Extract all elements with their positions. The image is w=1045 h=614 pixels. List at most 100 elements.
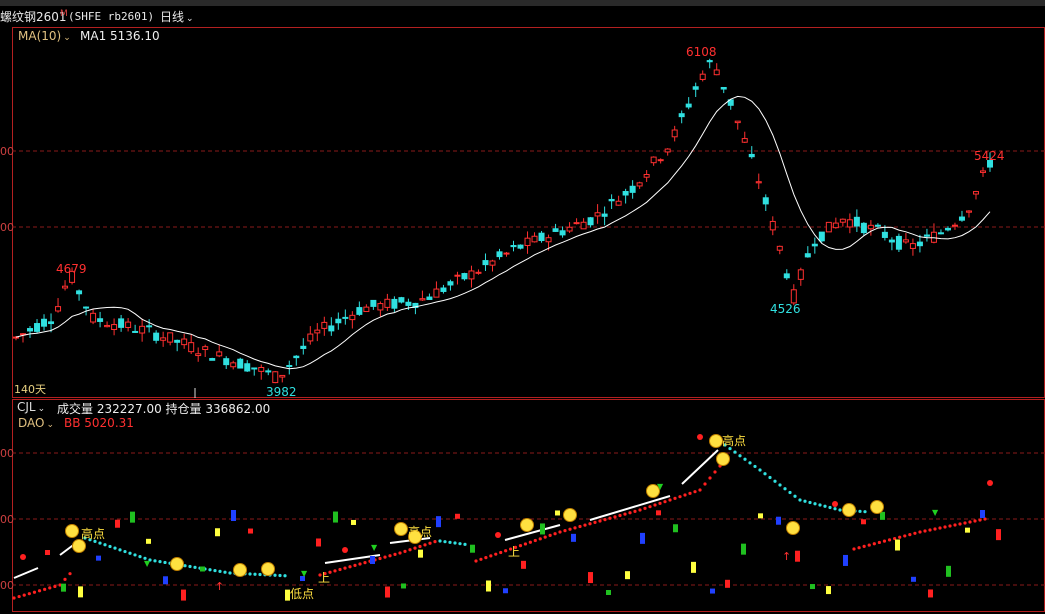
candle-down [76,290,83,295]
dao-dot-cyan [768,475,772,480]
dao-dot-cyan [98,541,102,545]
dao-bar [146,538,151,544]
dao-dot-red [504,549,508,553]
price-label-high: 5424 [974,149,1005,163]
candle-down [132,330,139,333]
dao-bar [540,523,545,535]
dao-dot-red [918,530,922,534]
dao-dot-red [358,562,362,566]
candle-down [174,339,181,343]
candle-up [790,289,797,304]
dao-dot-red [603,518,607,522]
dao-dot-red [703,482,707,486]
down-arrow-icon: ▼ [657,482,664,491]
dao-dot-red [494,552,498,556]
dao-bar [215,528,220,537]
trend-segment [589,495,671,521]
candle-up [454,274,461,277]
trend-segment [681,449,719,485]
dao-dot-red [943,525,947,529]
candle-up [867,224,874,230]
smiley-icon [563,508,577,522]
dao-bar [181,589,186,601]
dao-dot-red [53,584,57,589]
candle-down [244,363,251,372]
smiley-icon [233,563,247,577]
dao-dot-red [663,500,667,504]
candle-up [475,271,482,274]
dao-dot-cyan [818,503,822,507]
annotation-high: 高点 [722,433,746,448]
price-label-low: 3982 [266,385,297,399]
dao-dot-red [913,531,917,535]
dao-bar [401,583,406,589]
dao-dot-cyan [208,568,212,572]
smiley-icon [870,500,884,514]
dao-dot-cyan [803,499,807,503]
dao-dot-red [533,538,537,543]
candle-down [97,318,104,322]
dao-dot-cyan [133,553,137,557]
dao-dot-cyan [273,573,277,577]
candle-down [811,243,818,247]
dao-dot-cyan [783,487,787,491]
dao-dot-cyan [223,570,227,574]
dao-dot-red [877,540,881,545]
candle-down [300,345,307,349]
candle-up [230,362,237,368]
dao-dot-cyan [743,457,747,461]
dao-bar [470,544,475,553]
dao-bar [725,579,730,588]
dao-dot-cyan [258,572,262,577]
candle-up [90,312,97,323]
ma-line [15,95,991,370]
dao-dot-red [903,534,907,538]
dao-dot-red [678,495,682,499]
dao-dot-cyan [758,468,762,472]
up-arrow-icon: ↑ [782,550,791,563]
signal-dot [987,480,993,486]
candle-up [979,170,986,173]
annotation-high: 高点 [81,526,105,541]
dao-bar [673,524,678,533]
candle-down [538,232,545,242]
candle-up [272,371,279,384]
dao-bar [248,528,253,534]
candle-up [258,367,265,372]
dao-dot-cyan [218,569,222,573]
dao-dot-cyan [863,510,867,514]
candle-down [342,316,349,319]
candle-down [510,245,517,248]
dao-dot-cyan [128,551,132,555]
dao-dot-cyan [278,573,282,578]
candle-up [755,181,762,184]
chart-canvas[interactable]: 46793982610845265424高点 高点高点低点上上↑↑▼▼▼▼▼ [0,0,1045,614]
dao-bar [61,583,66,592]
candle-up [741,138,748,143]
dao-bar [115,519,120,528]
candle-up [363,306,370,313]
signal-dot [20,554,26,560]
dao-bar [656,510,661,516]
candle-up [769,220,776,231]
candle-up [13,336,19,339]
dao-dot-red [548,533,552,538]
dao-dot-red [353,563,357,567]
candle-up [216,351,223,357]
dao-dot-red [408,548,412,552]
candle-up [314,329,321,334]
dao-dot-red [613,515,617,519]
candle-down [356,307,363,315]
smiley-icon [709,434,723,448]
candle-up [433,288,440,298]
candle-down [552,228,559,232]
smiley-icon [72,539,86,553]
dao-bar [486,580,491,592]
dao-dot-red [37,589,42,593]
dao-dot-red [618,513,622,518]
dao-bar [370,555,375,564]
dao-bar [555,510,560,516]
dao-bar [503,588,508,594]
candle-up [125,321,132,328]
dao-dot-red [338,567,342,572]
